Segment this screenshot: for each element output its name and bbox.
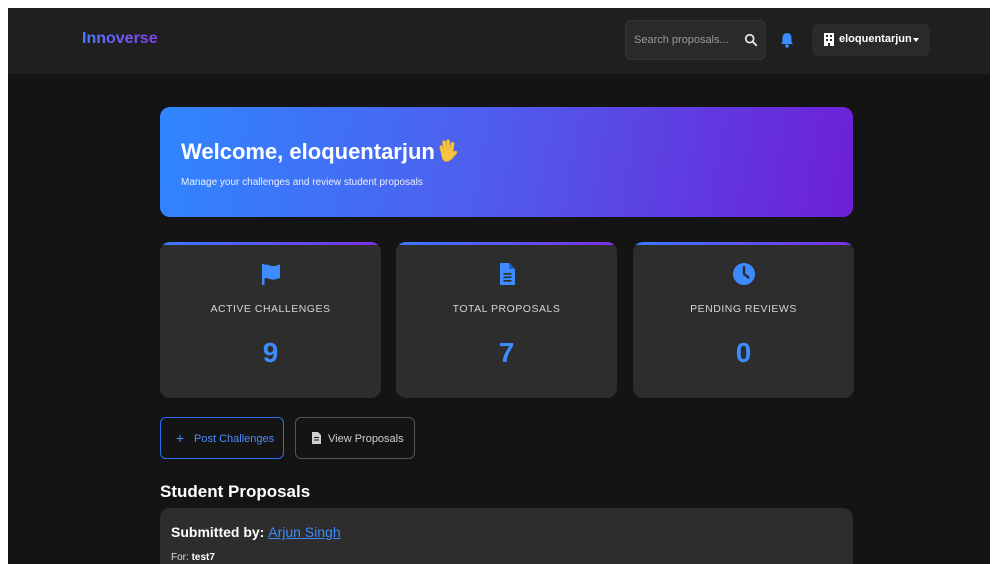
stat-value: 9: [262, 337, 279, 368]
file-icon: [500, 263, 515, 285]
card-accent-bar: [633, 242, 854, 245]
submitted-by-label: Submitted by:: [171, 524, 265, 540]
stat-card-pending-reviews: PENDING REVIEWS 0: [633, 242, 854, 398]
stat-card-active-challenges: ACTIVE CHALLENGES 9: [160, 242, 381, 398]
stat-card-total-proposals: TOTAL PROPOSALS 7: [396, 242, 617, 398]
welcome-title: Welcome, eloquentarjun: [181, 139, 435, 164]
file-icon: [312, 432, 321, 444]
waving-hand-icon: [439, 139, 458, 162]
user-name: eloquentarjun: [839, 33, 912, 45]
proposal-card: Submitted by: Arjun Singh For: test7: [160, 508, 853, 564]
search-input[interactable]: [634, 31, 734, 49]
caret-down-icon: [913, 38, 919, 42]
bell-icon[interactable]: [780, 32, 794, 48]
challenge-name: test7: [191, 552, 215, 563]
user-menu-toggle[interactable]: eloquentarjun: [812, 24, 930, 56]
view-proposals-button[interactable]: View Proposals: [295, 417, 415, 459]
stat-label: TOTAL PROPOSALS: [452, 303, 561, 315]
post-challenges-label: Post Challenges: [194, 433, 275, 445]
stat-label: ACTIVE CHALLENGES: [210, 303, 331, 315]
stat-value: 0: [735, 337, 752, 368]
brand-logo[interactable]: Innoverse: [82, 30, 158, 48]
view-proposals-label: View Proposals: [328, 433, 404, 445]
challenge-line: For: test7: [171, 552, 215, 563]
app-window: Innoverse eloquentarjun: [8, 8, 990, 564]
search-box: [625, 20, 766, 60]
welcome-subtitle: Manage your challenges and review studen…: [181, 177, 423, 188]
post-challenges-button[interactable]: + Post Challenges: [160, 417, 284, 459]
section-title: Student Proposals: [160, 482, 311, 501]
building-icon: [824, 33, 834, 46]
student-link[interactable]: Arjun Singh: [268, 524, 340, 540]
clock-icon: [733, 263, 755, 285]
submitted-by-line: Submitted by: Arjun Singh: [171, 524, 341, 540]
plus-icon: +: [176, 430, 185, 446]
card-accent-bar: [160, 242, 381, 245]
welcome-banner: Welcome, eloquentarjun Manage your chall…: [160, 107, 853, 217]
card-accent-bar: [396, 242, 617, 245]
flag-icon: [262, 264, 280, 285]
stat-value: 7: [498, 337, 515, 368]
for-label: For:: [171, 552, 189, 563]
stat-label: PENDING REVIEWS: [690, 303, 797, 315]
search-icon[interactable]: [744, 33, 758, 47]
navbar: Innoverse eloquentarjun: [8, 8, 990, 74]
